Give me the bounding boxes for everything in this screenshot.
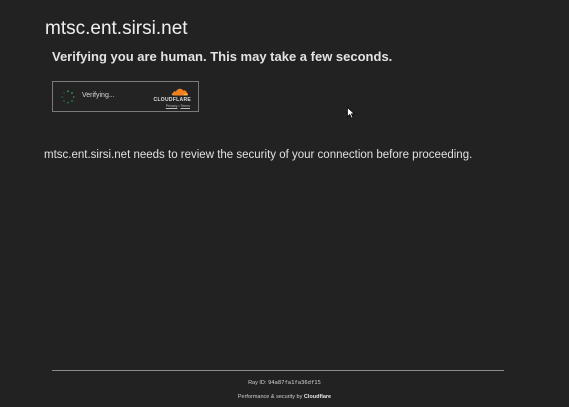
verify-heading: Verifying you are human. This may take a… [52, 49, 393, 64]
cloudflare-link[interactable]: Cloudflare [304, 394, 331, 400]
performance-credit: Performance & security by Cloudflare [0, 394, 569, 400]
loading-spinner-icon [61, 90, 75, 104]
ray-id-value: 94a87fa1fa36df15 [267, 380, 321, 386]
performance-prefix: Performance & security by [237, 394, 303, 400]
footer-divider [52, 370, 504, 371]
ray-id-label: Ray ID: [248, 380, 267, 386]
security-message: mtsc.ent.sirsi.net needs to review the s… [44, 149, 473, 161]
verifying-status: Verifying... [82, 92, 115, 99]
cloudflare-wordmark: CLOUDFLARE [153, 97, 191, 103]
cloudflare-cloud-icon [171, 88, 189, 96]
page-title: mtsc.ent.sirsi.net [45, 18, 188, 39]
widget-links: Privacy • Terms [166, 104, 190, 108]
challenge-page: mtsc.ent.sirsi.net Verifying you are hum… [0, 0, 569, 407]
ray-id: Ray ID: 94a87fa1fa36df15 [0, 380, 569, 386]
mouse-pointer-icon [347, 107, 355, 119]
terms-link[interactable]: Terms [180, 104, 190, 108]
privacy-link[interactable]: Privacy [166, 104, 177, 108]
cloudflare-logo: CLOUDFLARE Privacy • Terms [153, 87, 191, 109]
verification-widget[interactable]: Verifying... CLOUDFLARE Privacy • Terms [52, 81, 199, 112]
